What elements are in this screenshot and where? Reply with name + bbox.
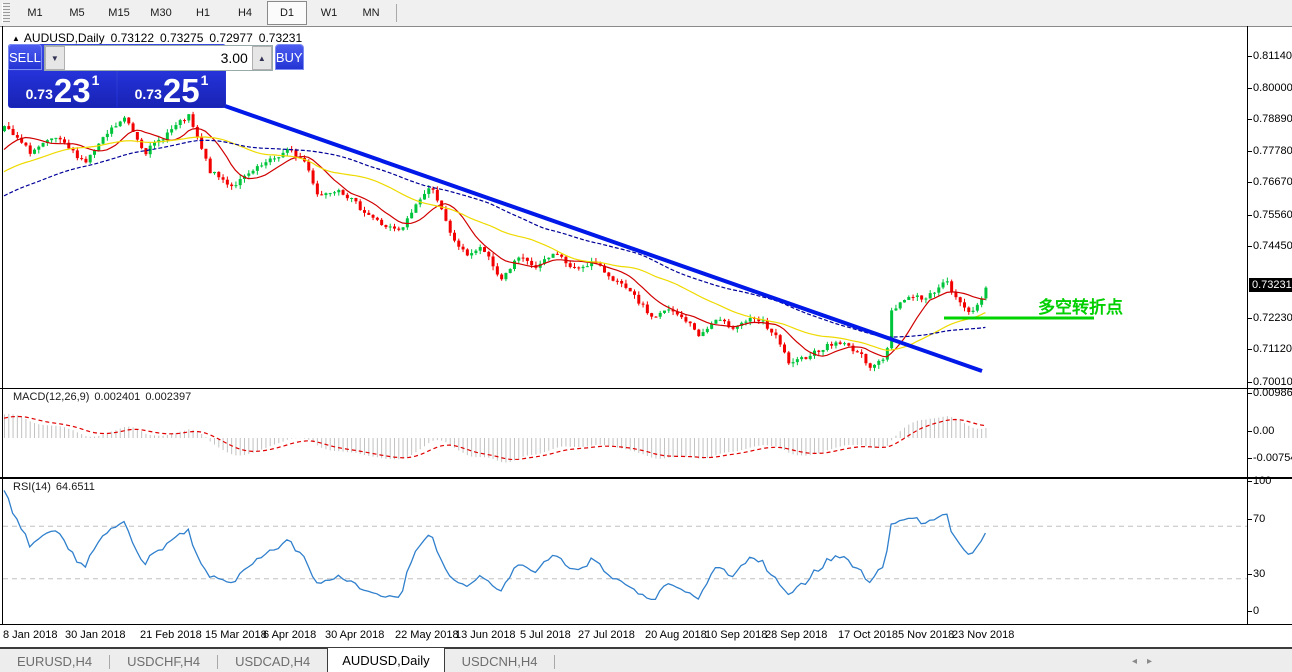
timeframe-button-m1[interactable]: M1 xyxy=(15,1,55,25)
chart-header: ▲ AUDUSD,Daily 0.73122 0.73275 0.72977 0.7323… xyxy=(12,31,308,45)
macd-axis-label: 0.009863 xyxy=(1253,387,1292,399)
rsi-indicator-chart xyxy=(0,478,1292,625)
macd-label: MACD(12,26,9) 0.002401 0.002397 xyxy=(13,391,196,403)
sell-price-pips: 23 xyxy=(54,77,91,105)
current-price-tag: 0.73231 xyxy=(1249,278,1292,292)
collapse-triangle-icon[interactable]: ▲ xyxy=(12,34,20,43)
price-axis-label: 0.72230 xyxy=(1253,312,1292,324)
descending-trendline xyxy=(148,79,982,371)
date-axis-label: 13 Jun 2018 xyxy=(455,629,516,641)
date-axis-label: 10 Sep 2018 xyxy=(705,629,767,641)
macd-axis-label: -0.007543 xyxy=(1253,452,1292,464)
tab-divider xyxy=(554,655,555,669)
macd-value-main: 0.002401 xyxy=(94,391,140,403)
rsi-line xyxy=(4,490,985,599)
buy-price-point: 1 xyxy=(201,73,209,87)
price-axis-label: 0.74450 xyxy=(1253,240,1292,252)
rsi-value: 64.6511 xyxy=(56,481,95,493)
rsi-axis-label: 70 xyxy=(1253,513,1265,525)
ohlc-low: 0.72977 xyxy=(209,31,252,45)
rsi-name: RSI(14) xyxy=(13,481,51,493)
volume-increase-button[interactable]: ▲ xyxy=(252,46,272,70)
mt4-window: M1 M5 M15 M30 H1 H4 D1 W1 MN ▲ AUDUSD,Dai… xyxy=(0,0,1292,672)
tab-usdcnh-h4[interactable]: USDCNH,H4 xyxy=(445,649,555,672)
date-axis-label: 21 Feb 2018 xyxy=(140,629,202,641)
macd-signal-line xyxy=(4,417,985,460)
timeframe-button-m5[interactable]: M5 xyxy=(57,1,97,25)
timeframe-button-w1[interactable]: W1 xyxy=(309,1,349,25)
volume-input[interactable] xyxy=(65,46,252,70)
ohlc-open: 0.73122 xyxy=(111,31,154,45)
tab-usdchf-h4[interactable]: USDCHF,H4 xyxy=(110,649,217,672)
ohlc-high: 0.73275 xyxy=(160,31,203,45)
macd-name: MACD(12,26,9) xyxy=(13,391,89,403)
date-axis-label: 20 Aug 2018 xyxy=(645,629,707,641)
macd-histogram xyxy=(5,414,986,463)
buy-price-pips: 25 xyxy=(163,77,200,105)
timeframe-button-h4[interactable]: H4 xyxy=(225,1,265,25)
rsi-axis-label: 30 xyxy=(1253,568,1265,580)
timeframe-toolbar: M1 M5 M15 M30 H1 H4 D1 W1 MN xyxy=(0,0,1292,27)
date-axis-label: 23 Nov 2018 xyxy=(952,629,1014,641)
tab-scroll-arrows[interactable]: ◂▸ xyxy=(1132,656,1162,667)
tab-scroll-right-icon[interactable]: ▸ xyxy=(1147,656,1162,667)
buy-button[interactable]: BUY xyxy=(275,44,304,70)
buy-price-base: 0.73 xyxy=(135,87,162,101)
price-axis-label: 0.75560 xyxy=(1253,209,1292,221)
price-axis-label: 0.71120 xyxy=(1253,343,1292,355)
price-axis-label: 0.80000 xyxy=(1253,82,1292,94)
macd-value-signal: 0.002397 xyxy=(145,391,191,403)
toolbar-grip-handle[interactable] xyxy=(2,3,10,23)
toolbar-separator xyxy=(396,4,397,22)
rsi-axis-label: 0 xyxy=(1253,605,1259,617)
date-axis-label: 17 Oct 2018 xyxy=(838,629,898,641)
tab-scroll-left-icon[interactable]: ◂ xyxy=(1132,656,1147,667)
volume-decrease-button[interactable]: ▼ xyxy=(45,46,65,70)
sell-price-base: 0.73 xyxy=(26,87,53,101)
date-axis-label: 5 Nov 2018 xyxy=(898,629,954,641)
date-axis-label: 5 Jul 2018 xyxy=(520,629,571,641)
volume-stepper: ▼ ▲ xyxy=(44,45,273,71)
chart-symbol: AUDUSD,Daily xyxy=(24,31,105,45)
tab-audusd-daily[interactable]: AUDUSD,Daily xyxy=(327,648,444,672)
date-axis-label: 30 Jan 2018 xyxy=(65,629,126,641)
sell-button[interactable]: SELL xyxy=(8,44,42,70)
buy-price-display[interactable]: 0.73 25 1 xyxy=(118,71,225,107)
price-axis-label: 0.76670 xyxy=(1253,176,1292,188)
timeframe-button-m15[interactable]: M15 xyxy=(99,1,139,25)
tab-eurusd-h4[interactable]: EURUSD,H4 xyxy=(0,649,109,672)
turning-point-annotation: 多空转折点 xyxy=(1038,293,1123,318)
timeframe-button-m30[interactable]: M30 xyxy=(141,1,181,25)
timeframe-button-h1[interactable]: H1 xyxy=(183,1,223,25)
chart-tab-bar: EURUSD,H4 USDCHF,H4 USDCAD,H4 AUDUSD,Dai… xyxy=(0,647,1292,672)
sell-price-display[interactable]: 0.73 23 1 xyxy=(9,71,116,107)
date-axis-label: 22 May 2018 xyxy=(395,629,459,641)
one-click-trading-panel: SELL ▼ ▲ BUY 0.73 23 1 0.73 25 1 xyxy=(8,44,226,108)
price-axis-label: 0.77780 xyxy=(1253,145,1292,157)
date-axis-label: 6 Apr 2018 xyxy=(263,629,316,641)
date-axis-label: 15 Mar 2018 xyxy=(205,629,267,641)
rsi-label: RSI(14) 64.6511 xyxy=(13,481,100,493)
timeframe-button-d1[interactable]: D1 xyxy=(267,1,307,25)
macd-axis-label: 0.00 xyxy=(1253,425,1274,437)
timeframe-button-mn[interactable]: MN xyxy=(351,1,391,25)
date-axis-label: 8 Jan 2018 xyxy=(3,629,57,641)
sell-price-point: 1 xyxy=(92,73,100,87)
rsi-axis-label: 100 xyxy=(1253,475,1271,487)
date-axis-label: 27 Jul 2018 xyxy=(578,629,635,641)
date-axis-label: 30 Apr 2018 xyxy=(325,629,384,641)
tab-usdcad-h4[interactable]: USDCAD,H4 xyxy=(218,649,327,672)
price-axis-label: 0.81140 xyxy=(1253,50,1292,62)
ohlc-close: 0.73231 xyxy=(259,31,302,45)
date-axis-label: 28 Sep 2018 xyxy=(765,629,827,641)
price-axis-label: 0.78890 xyxy=(1253,113,1292,125)
candlestick-series xyxy=(3,112,987,371)
